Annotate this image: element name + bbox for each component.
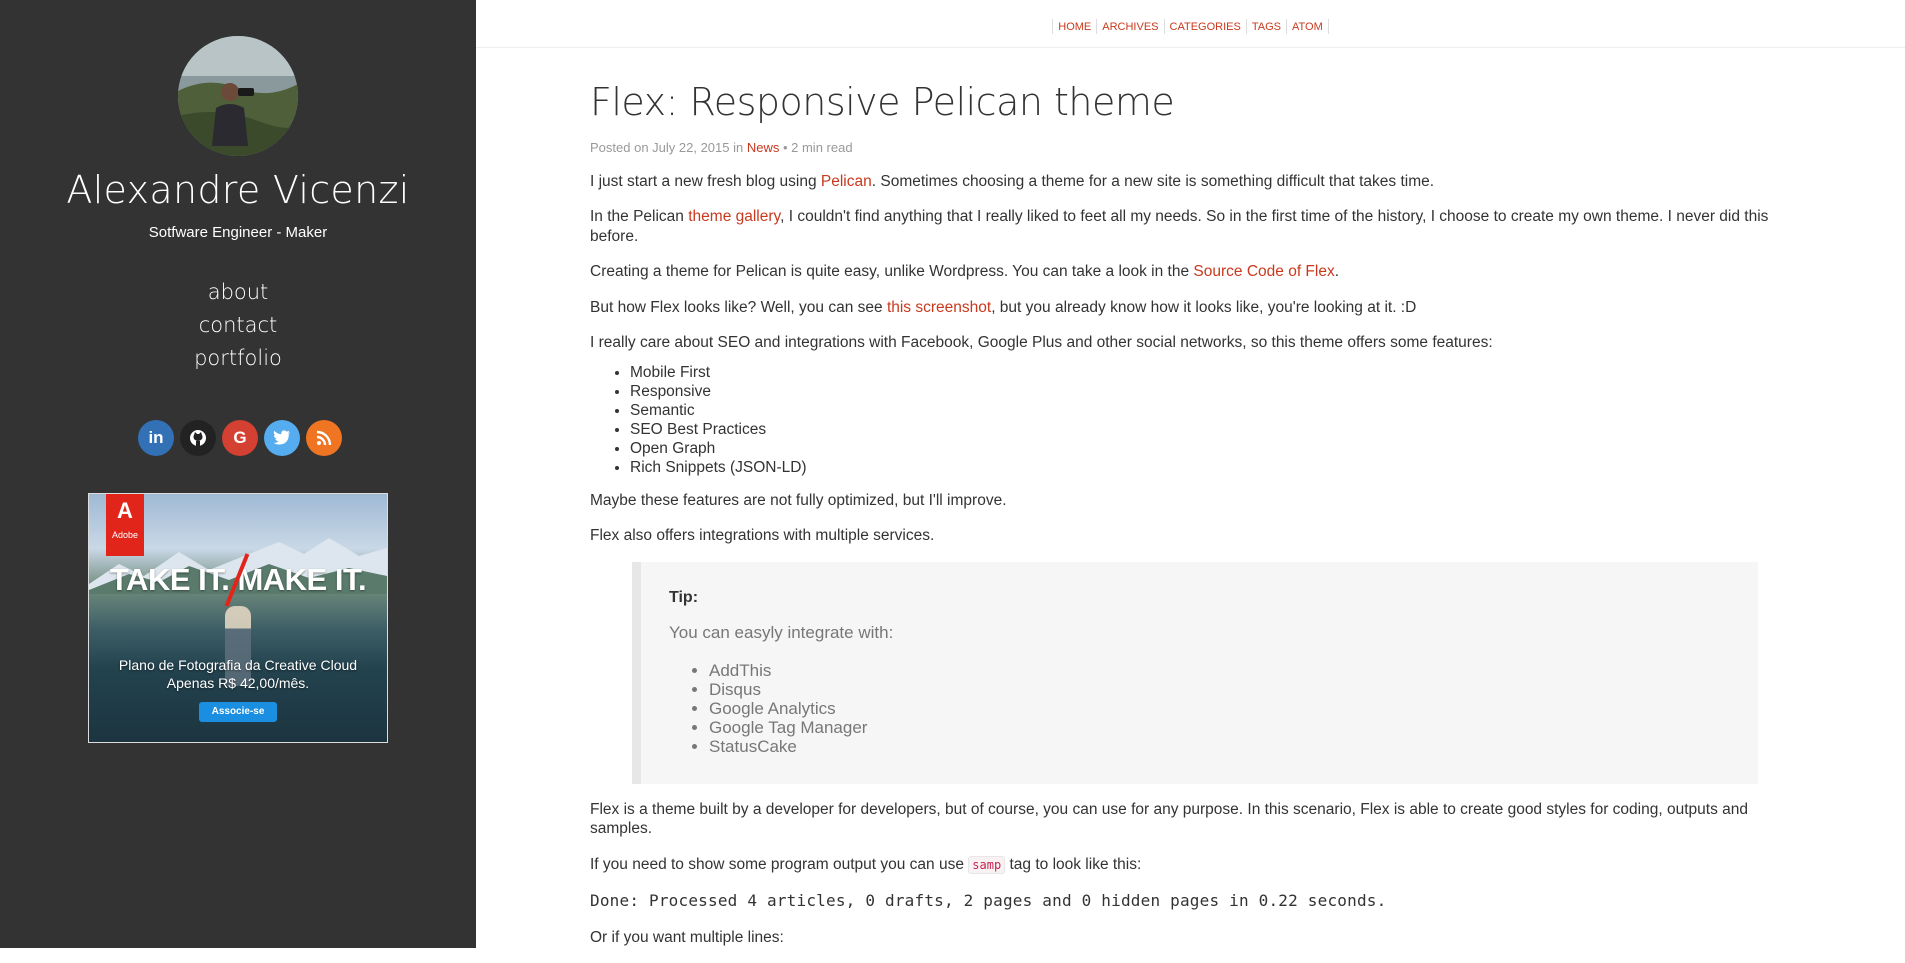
article-meta: Posted on July 22, 2015 in News • 2 min … xyxy=(590,140,853,155)
tip-title: Tip: xyxy=(669,588,699,606)
nav-atom[interactable]: ATOM xyxy=(1292,21,1323,33)
article: Flex: Responsive Pelican theme Posted on… xyxy=(590,78,1790,963)
list-item: Open Graph xyxy=(630,439,1790,458)
github-icon[interactable] xyxy=(180,420,216,456)
site-subtitle: Sotfware Engineer - Maker xyxy=(148,224,328,241)
avatar[interactable] xyxy=(178,36,298,156)
google-icon[interactable]: G xyxy=(222,420,258,456)
list-item: Google Tag Manager xyxy=(709,718,1730,737)
article-title: Flex: Responsive Pelican theme xyxy=(590,80,1175,124)
screenshot-link[interactable]: this screenshot xyxy=(887,299,991,316)
nav-tags[interactable]: TAGS xyxy=(1252,21,1281,33)
nav-categories[interactable]: CATEGORIES xyxy=(1170,21,1241,33)
top-navigation: HOME ARCHIVES CATEGORIES TAGS ATOM xyxy=(476,0,1905,48)
features-list: Mobile First Responsive Semantic SEO Bes… xyxy=(590,363,1790,477)
list-item: Disqus xyxy=(709,680,1730,699)
category-link[interactable]: News xyxy=(747,140,780,155)
rss-icon[interactable] xyxy=(306,420,342,456)
tip-list: AddThis Disqus Google Analytics Google T… xyxy=(669,661,1730,756)
paragraph: Or if you want multiple lines: xyxy=(590,928,784,946)
twitter-icon[interactable] xyxy=(264,420,300,456)
list-item: SEO Best Practices xyxy=(630,420,1790,439)
social-links: in G xyxy=(138,420,342,456)
adobe-logo: A Adobe xyxy=(106,494,144,556)
sidebar-link-about[interactable]: about xyxy=(0,276,476,309)
list-item: Rich Snippets (JSON-LD) xyxy=(630,458,1790,477)
list-item: AddThis xyxy=(709,661,1730,680)
theme-gallery-link[interactable]: theme gallery xyxy=(688,208,780,225)
paragraph: If you need to show some program output … xyxy=(590,855,1142,874)
list-item: Semantic xyxy=(630,401,1790,420)
nav-archives[interactable]: ARCHIVES xyxy=(1102,21,1158,33)
sidebar: Alexandre Vicenzi Sotfware Engineer - Ma… xyxy=(0,0,476,948)
linkedin-icon[interactable]: in xyxy=(138,420,174,456)
program-output: Done: Processed 4 articles, 0 drafts, 2 … xyxy=(590,891,1387,910)
sidebar-link-contact[interactable]: contact xyxy=(0,309,476,342)
nav-home[interactable]: HOME xyxy=(1058,21,1091,33)
site-name[interactable]: Alexandre Vicenzi xyxy=(0,168,476,212)
sidebar-link-portfolio[interactable]: portfolio xyxy=(0,342,476,375)
list-item: Responsive xyxy=(630,382,1790,401)
sidebar-links: about contact portfolio xyxy=(0,276,476,375)
pelican-link[interactable]: Pelican xyxy=(821,173,872,190)
adobe-ad-banner[interactable]: A Adobe TAKE IT. MAKE IT. Plano de Fotog… xyxy=(88,493,388,743)
ad-cta-button[interactable]: Associe-se xyxy=(199,702,277,722)
paragraph: I really care about SEO and integrations… xyxy=(590,334,1493,351)
paragraph: Creating a theme for Pelican is quite ea… xyxy=(590,263,1340,280)
paragraph: Flex also offers integrations with multi… xyxy=(590,527,935,544)
paragraph: I just start a new fresh blog using Peli… xyxy=(590,172,1435,190)
paragraph: Flex is a theme built by a developer for… xyxy=(590,800,1748,838)
list-item: Mobile First xyxy=(630,363,1790,382)
ad-caption: Plano de Fotografia da Creative Cloud Ap… xyxy=(118,657,358,691)
samp-code: samp xyxy=(968,855,1006,874)
paragraph: But how Flex looks like? Well, you can s… xyxy=(590,298,1417,316)
tip-text: You can easyly integrate with: xyxy=(669,623,894,642)
paragraph: In the Pelican theme gallery, I couldn't… xyxy=(590,208,1769,245)
tip-box: Tip: You can easyly integrate with: AddT… xyxy=(632,561,1758,784)
list-item: StatusCake xyxy=(709,737,1730,756)
list-item: Google Analytics xyxy=(709,699,1730,718)
source-code-link[interactable]: Source Code of Flex xyxy=(1193,263,1334,280)
paragraph: Maybe these features are not fully optim… xyxy=(590,491,1007,509)
